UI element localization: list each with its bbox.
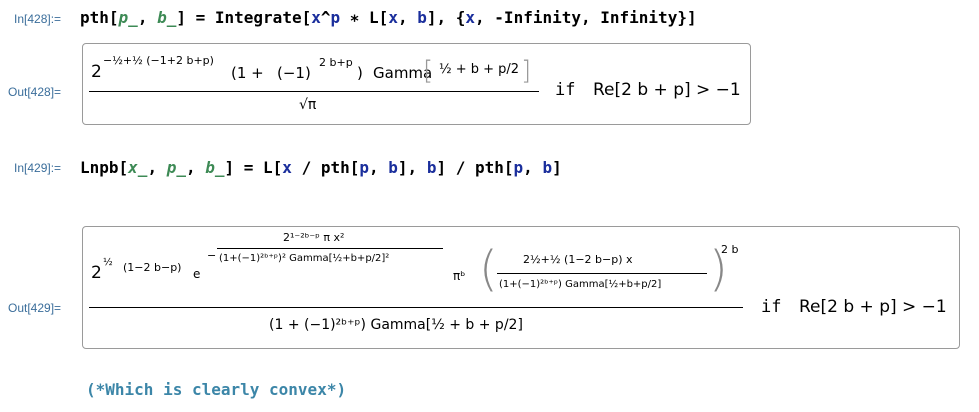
- e-exponent-bar: [217, 248, 443, 249]
- pattern-p: p_: [166, 158, 186, 177]
- pattern-b: b_: [157, 8, 177, 27]
- var-b: b: [388, 158, 398, 177]
- denominator-sqrt-pi: √π: [299, 97, 317, 113]
- var-b: b: [542, 158, 553, 177]
- exponent-half: ½: [103, 257, 113, 268]
- var-p: p: [359, 158, 370, 177]
- condition-if: if: [555, 80, 576, 100]
- paren-close: ): [357, 64, 363, 82]
- condition-if: if: [761, 297, 782, 317]
- divide-pth: / pth[: [291, 158, 360, 177]
- in-label-429: In[429]:=: [14, 161, 62, 175]
- assign-integrate: = Integrate[: [185, 8, 312, 27]
- exponent-term: (1−2 b−p): [123, 261, 182, 274]
- euler-e: e: [193, 267, 201, 281]
- var-x: x: [282, 158, 292, 177]
- close-open: ], {: [426, 8, 466, 27]
- condition-re: Re[2 b + p] > −1: [593, 80, 741, 100]
- times-L: ∗ L[: [340, 8, 389, 27]
- var-b: b: [417, 8, 427, 27]
- var-x: x: [465, 8, 476, 27]
- bracket: [: [108, 8, 119, 27]
- input-cell-429[interactable]: Lnpb[x_, p_, b_] = L[x / pth[p, b], b] /…: [80, 158, 562, 177]
- pattern-p: p_: [118, 8, 138, 27]
- bracket: ]: [176, 8, 186, 27]
- neg-one-exponent: 2 b+p: [319, 56, 353, 69]
- main-denominator: (1 + (−1)²ᵇ⁺ᵖ) Gamma[½ + b + p/2]: [269, 317, 523, 333]
- var-p: p: [513, 158, 524, 177]
- output-box-428[interactable]: 2 −½+½ (−1+2 b+p) (1 + (−1) 2 b+p ) Gamm…: [82, 43, 751, 125]
- exponent-428: −½+½ (−1+2 b+p): [103, 54, 214, 67]
- neg-one: (−1): [277, 64, 311, 82]
- comma: ,: [523, 158, 543, 177]
- comma: ,: [397, 8, 418, 27]
- paren-open: (1 +: [231, 64, 264, 82]
- comma: ,: [369, 158, 389, 177]
- var-x: x: [388, 8, 398, 27]
- close: ],: [397, 158, 427, 177]
- divide-pth: ] / pth[: [436, 158, 514, 177]
- power: ^: [320, 8, 331, 27]
- fraction-bar: [89, 91, 539, 92]
- var-p: p: [330, 8, 341, 27]
- inner-fraction-bar: [497, 273, 707, 274]
- pth-symbol: pth: [80, 8, 109, 27]
- base-two: 2: [91, 263, 102, 283]
- limits: , -Infinity, Infinity}]: [475, 8, 697, 27]
- inner-denominator: (1+(−1)²ᵇ⁺ᵖ) Gamma[½+b+p/2]: [499, 279, 662, 290]
- bracket-open: [: [423, 56, 434, 86]
- out-label-429: Out[429]=: [8, 301, 62, 315]
- convex-comment: (*Which is clearly convex*): [86, 380, 347, 399]
- bracket-close: ]: [521, 56, 532, 86]
- outer-exponent: 2 b: [721, 243, 739, 256]
- e-exponent-denominator: (1+(−1)²ᵇ⁺ᵖ)² Gamma[½+b+p/2]²: [219, 253, 390, 264]
- output-box-429[interactable]: 2 ½ (1−2 b−p) e − 2¹⁻²ᵇ⁻ᵖ π x² (1+(−1)²ᵇ…: [82, 226, 960, 349]
- e-exponent-minus: −: [207, 249, 217, 262]
- big-paren-open: (: [479, 241, 498, 297]
- pattern-b: b_: [205, 158, 225, 177]
- in-label-428: In[428]:=: [14, 12, 62, 26]
- assign-L: ] = L[: [224, 158, 283, 177]
- input-cell-428[interactable]: pth[p_, b_] = Integrate[x^p ∗ L[x, b], {…: [80, 8, 697, 27]
- comma: ,: [137, 8, 158, 27]
- e-exponent-numerator: 2¹⁻²ᵇ⁻ᵖ π x²: [283, 231, 345, 244]
- var-x: x: [311, 8, 321, 27]
- pi-to-b: πᵇ: [453, 269, 466, 283]
- pattern-x: x_: [128, 158, 148, 177]
- comma: ,: [147, 158, 167, 177]
- base-two: 2: [91, 62, 102, 82]
- condition-re: Re[2 b + p] > −1: [799, 297, 947, 317]
- lnpb-symbol: Lnpb: [80, 158, 119, 177]
- inner-numerator: 2½+½ (1−2 b−p) x: [523, 253, 633, 266]
- out-label-428: Out[428]=: [8, 85, 62, 99]
- bracket: [: [118, 158, 129, 177]
- main-fraction-bar: [89, 307, 743, 308]
- bracket: ]: [552, 158, 562, 177]
- gamma-argument: ½ + b + p/2: [439, 62, 520, 77]
- comma: ,: [185, 158, 206, 177]
